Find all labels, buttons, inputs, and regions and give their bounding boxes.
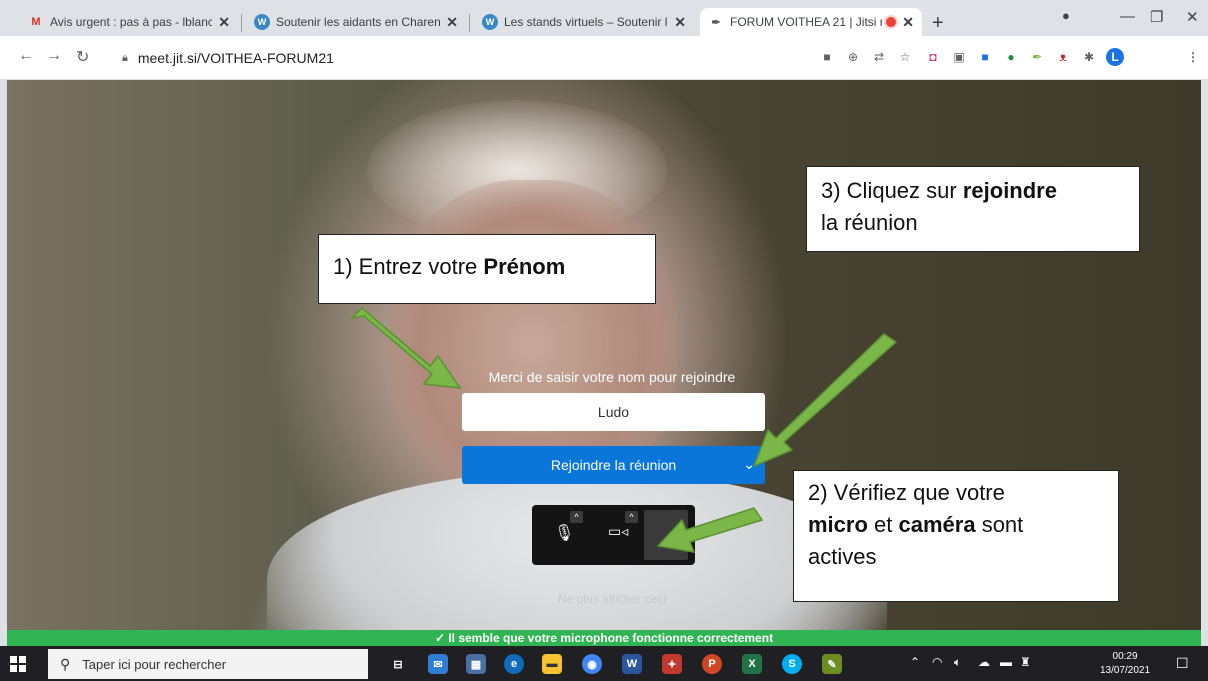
callout-step-3: 3) Cliquez sur rejoindre la réunion [806,166,1140,252]
more-options-button[interactable] [644,510,688,560]
close-icon[interactable]: ✕ [902,14,914,31]
name-input[interactable] [462,393,765,431]
join-label: Rejoindre la réunion [550,457,677,473]
reload-button[interactable]: ↻ [76,47,89,67]
red-extension-icon[interactable]: ᴥ [1056,50,1070,64]
back-button[interactable]: ← [18,47,34,65]
mic-status-banner: ✓ Il semble que votre microphone fonctio… [7,630,1201,646]
chrome-icon[interactable]: ◉ [582,654,602,674]
wifi-icon[interactable]: ◠ [932,655,942,669]
search-icon: ⚲ [60,655,71,672]
skype-icon[interactable]: S [782,654,802,674]
callout-text: 2) Vérifiez que votre [808,480,1005,505]
microphone-icon[interactable]: 🎙︎ [554,523,574,543]
tab-stands-virtuels[interactable]: W Les stands virtuels – Soutenir les ✕ [474,8,694,36]
zoom-extension-icon[interactable]: ■ [978,50,992,64]
join-meeting-button[interactable]: Rejoindre la réunion ⌄ [462,446,765,484]
notifications-icon[interactable]: ☐ [1176,655,1189,672]
bookmark-star-icon[interactable]: ☆ [898,50,912,64]
minimize-button[interactable]: — [1120,8,1135,25]
tab-title: Soutenir les aidants en Charente [276,15,441,29]
task-view-icon[interactable]: ⊟ [388,654,408,674]
tab-title: FORUM VOITHEA 21 | Jitsi re [730,15,883,29]
callout-step-2: 2) Vérifiez que votre micro et caméra so… [793,470,1119,602]
puzzle-icon[interactable]: ✱ [1082,50,1096,64]
chevron-down-icon[interactable]: ⌄ [743,456,755,473]
excel-icon[interactable]: X [742,654,762,674]
taskbar-search[interactable]: ⚲ Taper ici pour rechercher [48,649,368,679]
callout-text: actives [808,544,877,569]
dont-show-again-link[interactable]: Ne plus afficher ceci [462,592,762,606]
callout-text: sont [975,512,1024,537]
browser-toolbar: ← → ↻ 🔒︎ meet.jit.si/VOITHEA-FORUM21 ■ ⊕… [0,36,1208,80]
callout-bold: rejoindre [962,178,1057,203]
close-window-button[interactable]: ✕ [1186,8,1199,26]
mail-app-icon[interactable]: ✉ [428,654,448,674]
tab-separator [241,14,242,32]
calculator-icon[interactable]: ▦ [466,654,486,674]
callout-bold: micro [808,512,868,537]
tab-soutenir-aidants[interactable]: W Soutenir les aidants en Charente ✕ [246,8,466,36]
media-controls: ^ 🎙︎ ^ ▭◃ [532,505,695,565]
paint-icon[interactable]: ✎ [822,654,842,674]
mic-options-icon[interactable]: ^ [570,511,583,523]
windows-taskbar: ⚲ Taper ici pour rechercher ⊟ ✉ ▦ e ▬ ◉ … [0,646,1208,681]
tray-chevron-icon[interactable]: ⌃ [910,655,920,669]
camera-icon[interactable]: ■ [820,50,834,64]
forward-button[interactable]: → [46,47,62,65]
tab-title: Avis urgent : pas à pas - lblanc.u [50,15,213,29]
clock-time: 00:29 [1112,651,1138,662]
callout-bold: caméra [898,512,976,537]
lock-icon: 🔒︎ [122,51,128,64]
search-placeholder: Taper ici pour rechercher [82,656,227,672]
battery-icon[interactable]: ▬ [1000,655,1012,669]
windows-start-icon[interactable] [10,656,26,672]
recording-icon [886,17,897,27]
callout-text: la réunion [821,210,918,235]
join-prompt: Merci de saisir votre nom pour rejoindre [488,369,736,385]
app-icon[interactable]: ✦ [662,654,682,674]
edge-icon[interactable]: e [504,654,524,674]
feather-extension-icon[interactable]: ✒ [1030,50,1044,64]
callout-step-1: 1) Entrez votre Prénom [318,234,656,304]
camera-options-icon[interactable]: ^ [625,511,638,523]
camera-icon[interactable]: ▭◃ [608,523,628,540]
wordpress-icon: W [254,14,270,30]
file-explorer-icon[interactable]: ▬ [542,654,562,674]
install-icon[interactable]: ⊕ [846,50,860,64]
wordpress-icon: W [482,14,498,30]
translate-icon[interactable]: ⇄ [872,50,886,64]
tab-title: Les stands virtuels – Soutenir les [504,15,669,29]
menu-icon[interactable]: ⋮ [1186,50,1200,64]
green-extension-icon[interactable]: ● [1004,50,1018,64]
close-icon[interactable]: ✕ [674,14,686,31]
close-icon[interactable]: ✕ [218,14,230,31]
tab-forum-voithea[interactable]: ✒ FORUM VOITHEA 21 | Jitsi re ✕ [700,8,922,36]
volume-icon[interactable]: 🔈︎ [954,655,961,670]
profile-icon[interactable]: ● [1062,8,1070,23]
clock-date: 13/07/2021 [1100,665,1151,676]
cloud-icon[interactable]: ☁ [978,655,990,669]
system-clock[interactable]: 00:29 13/07/2021 [1100,650,1150,678]
account-avatar[interactable]: L [1106,48,1124,66]
tab-separator [469,14,470,32]
browser-tab-strip: M Avis urgent : pas à pas - lblanc.u ✕ W… [0,0,1208,36]
callout-bold: Prénom [483,254,566,279]
new-tab-button[interactable]: + [932,12,944,35]
jitsi-icon: ✒ [711,16,721,29]
callout-text: 1) Entrez votre [333,254,484,279]
tab-gmail[interactable]: M Avis urgent : pas à pas - lblanc.u ✕ [20,8,238,36]
gmail-icon: M [31,16,41,28]
close-icon[interactable]: ✕ [446,14,458,31]
powerpoint-icon[interactable]: P [702,654,722,674]
pocket-icon[interactable]: ◘ [926,50,940,64]
url-text: meet.jit.si/VOITHEA-FORUM21 [137,50,334,66]
word-icon[interactable]: W [622,654,642,674]
callout-text: 3) Cliquez sur [821,178,963,203]
app-tray-icon[interactable]: ♜ [1020,655,1031,669]
callout-text: et [867,512,899,537]
extension-icon[interactable]: ▣ [952,50,966,64]
restore-button[interactable]: ❐ [1150,8,1163,26]
